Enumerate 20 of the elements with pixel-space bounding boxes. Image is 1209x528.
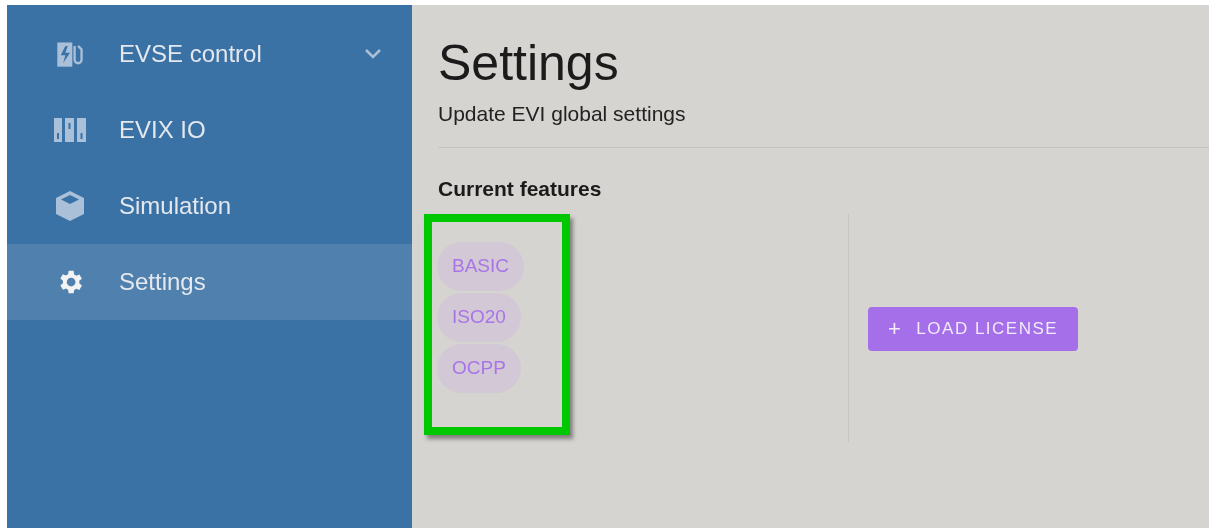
sidebar-item[interactable]: Simulation bbox=[7, 168, 412, 244]
sidebar-item[interactable]: EVIX IO bbox=[7, 92, 412, 168]
page-subtitle: Update EVI global settings bbox=[438, 101, 687, 127]
sidebar-item[interactable]: EVSE control bbox=[7, 16, 412, 92]
page-title: Settings bbox=[438, 35, 620, 91]
feature-chip: ISO20 bbox=[437, 293, 521, 342]
cube-icon bbox=[55, 190, 85, 222]
sidebar-label: Settings bbox=[119, 267, 207, 297]
modules-icon bbox=[54, 117, 86, 143]
chevron-down-icon bbox=[364, 48, 382, 60]
plus-icon: + bbox=[888, 318, 903, 340]
sidebar-label: EVIX IO bbox=[119, 115, 207, 145]
feature-chip: BASIC bbox=[437, 242, 525, 291]
charger-icon bbox=[55, 39, 85, 69]
sidebar-label: EVSE control bbox=[119, 39, 263, 69]
sidebar-item[interactable]: Settings bbox=[7, 244, 412, 320]
feature-chip: OCPP bbox=[437, 344, 521, 393]
section-heading: Current features bbox=[438, 176, 603, 202]
load-license-button[interactable]: + LOAD LICENSE bbox=[868, 307, 1079, 351]
sidebar-label: Simulation bbox=[119, 191, 233, 221]
